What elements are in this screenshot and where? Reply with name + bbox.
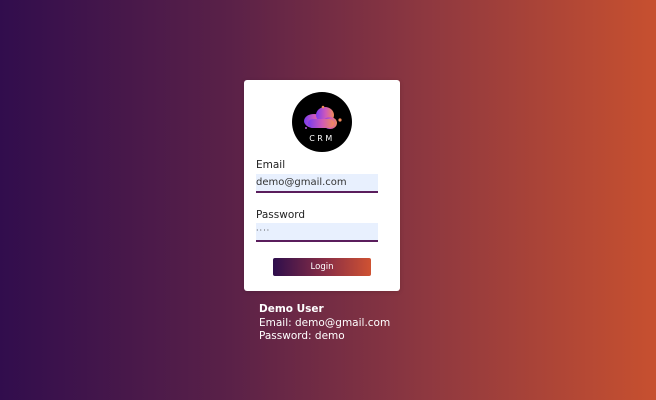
crm-logo: CRM xyxy=(292,92,352,152)
login-button[interactable]: Login xyxy=(273,258,371,276)
cloud-icon xyxy=(304,105,342,129)
demo-title: Demo User xyxy=(259,303,324,315)
logo-text: CRM xyxy=(309,134,335,143)
demo-password-line: Password: demo xyxy=(259,330,345,342)
email-field[interactable]: demo@gmail.com xyxy=(256,174,378,193)
password-value: ···· xyxy=(256,226,271,235)
login-card: CRM Email demo@gmail.com Password ···· L… xyxy=(244,80,400,291)
demo-credentials: Demo User Email: demo@gmail.com Password… xyxy=(259,303,390,344)
password-label: Password xyxy=(256,209,306,221)
password-field[interactable]: ···· xyxy=(256,223,378,242)
email-label: Email xyxy=(256,159,286,171)
email-value: demo@gmail.com xyxy=(256,177,347,188)
demo-email-line: Email: demo@gmail.com xyxy=(259,316,391,329)
